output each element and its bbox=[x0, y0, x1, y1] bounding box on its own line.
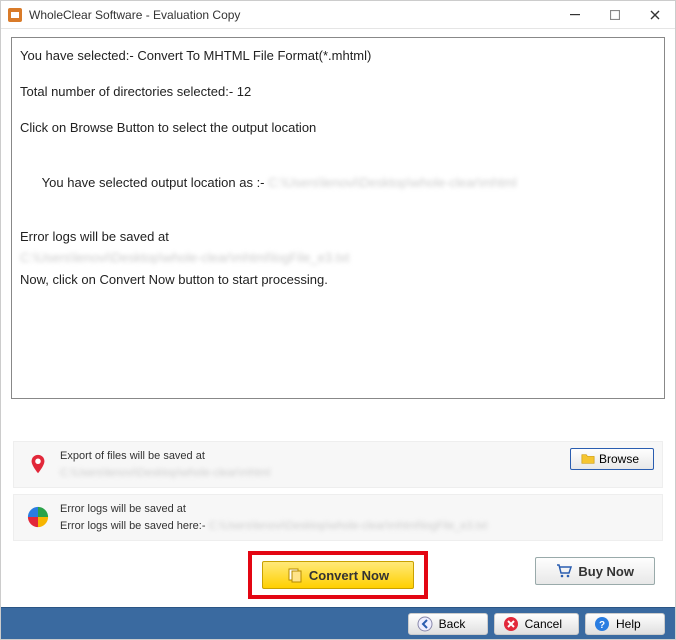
error-log-row: Error logs will be saved at Error logs w… bbox=[13, 494, 663, 541]
browse-label: Browse bbox=[599, 452, 639, 466]
export-title: Export of files will be saved at bbox=[60, 448, 562, 465]
info-zone: Export of files will be saved at C:\User… bbox=[1, 435, 675, 547]
close-button[interactable] bbox=[635, 1, 675, 29]
errorlog-prefix: Error logs will be saved here:- bbox=[60, 520, 209, 532]
cancel-button[interactable]: Cancel bbox=[494, 613, 579, 635]
folder-icon bbox=[581, 452, 595, 466]
buy-label: Buy Now bbox=[578, 564, 634, 579]
errorlog-title: Error logs will be saved at bbox=[60, 501, 654, 518]
back-button[interactable]: Back bbox=[408, 613, 488, 635]
log-textarea: You have selected:- Convert To MHTML Fil… bbox=[11, 37, 665, 399]
log-line: C:\Users\lenovi\Desktop\whole-clear\mhtm… bbox=[20, 249, 656, 267]
convert-highlight-box: Convert Now bbox=[248, 551, 428, 599]
log-line: Total number of directories selected:- 1… bbox=[20, 83, 656, 101]
errorlog-path: C:\Users\lenovi\Desktop\whole-clear\mhtm… bbox=[209, 520, 488, 532]
help-button[interactable]: ? Help bbox=[585, 613, 665, 635]
log-line: Error logs will be saved at bbox=[20, 228, 656, 246]
titlebar: WholeClear Software - Evaluation Copy bbox=[1, 1, 675, 29]
cart-icon bbox=[556, 563, 572, 579]
convert-label: Convert Now bbox=[309, 568, 389, 583]
export-path: C:\Users\lenovi\Desktop\whole-clear\mhtm… bbox=[60, 467, 270, 479]
log-line: Click on Browse Button to select the out… bbox=[20, 119, 656, 137]
help-label: Help bbox=[616, 617, 641, 631]
cancel-icon bbox=[503, 616, 519, 632]
log-line: You have selected:- Convert To MHTML Fil… bbox=[20, 47, 656, 65]
log-line: You have selected output location as :- … bbox=[20, 156, 656, 211]
back-label: Back bbox=[439, 617, 466, 631]
action-bar: Convert Now Buy Now bbox=[1, 547, 675, 607]
buy-now-button[interactable]: Buy Now bbox=[535, 557, 655, 585]
help-icon: ? bbox=[594, 616, 610, 632]
browse-button[interactable]: Browse bbox=[570, 448, 654, 470]
window-title: WholeClear Software - Evaluation Copy bbox=[29, 8, 240, 22]
log-text: You have selected output location as :- bbox=[42, 175, 268, 190]
log-path: C:\Users\lenovi\Desktop\whole-clear\mhtm… bbox=[268, 175, 517, 190]
back-arrow-icon bbox=[417, 616, 433, 632]
export-location-row: Export of files will be saved at C:\User… bbox=[13, 441, 663, 488]
pie-chart-icon bbox=[26, 505, 50, 529]
location-pin-icon bbox=[26, 452, 50, 476]
svg-text:?: ? bbox=[599, 620, 605, 631]
maximize-button[interactable] bbox=[595, 1, 635, 29]
convert-icon bbox=[287, 567, 303, 583]
cancel-label: Cancel bbox=[525, 617, 562, 631]
convert-now-button[interactable]: Convert Now bbox=[262, 561, 414, 589]
log-line: Now, click on Convert Now button to star… bbox=[20, 271, 656, 289]
log-path: C:\Users\lenovi\Desktop\whole-clear\mhtm… bbox=[20, 250, 349, 265]
minimize-button[interactable] bbox=[555, 1, 595, 29]
app-window: WholeClear Software - Evaluation Copy Yo… bbox=[0, 0, 676, 640]
footer-bar: Back Cancel ? Help bbox=[1, 607, 675, 639]
app-icon bbox=[7, 7, 23, 23]
